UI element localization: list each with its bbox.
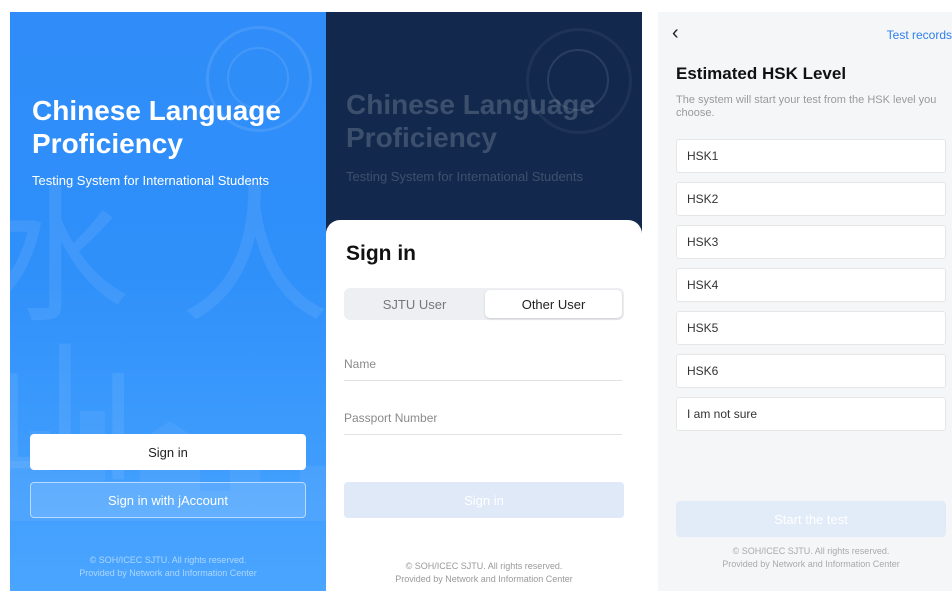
tab-sjtu-user[interactable]: SJTU User — [346, 290, 483, 318]
chevron-left-icon[interactable]: ‹ — [672, 22, 679, 45]
app-title: Chinese Language Proficiency — [32, 94, 312, 160]
dimmed-app-subtitle: Testing System for International Student… — [346, 169, 584, 184]
sheet-title: Sign in — [346, 242, 416, 265]
option-hsk1[interactable]: HSK1 — [676, 139, 946, 173]
footer-copyright: © SOH/ICEC SJTU. All rights reserved. — [405, 561, 563, 571]
option-hsk2[interactable]: HSK2 — [676, 182, 946, 216]
footer-provider: Provided by Network and Information Cent… — [79, 568, 257, 578]
footer-provider: Provided by Network and Information Cent… — [722, 559, 900, 569]
name-field[interactable] — [344, 348, 622, 381]
page-description: The system will start your test from the… — [676, 94, 937, 119]
option-hsk6[interactable]: HSK6 — [676, 354, 946, 388]
dimmed-title-line2: Proficiency — [346, 122, 497, 153]
start-test-button[interactable]: Start the test — [676, 501, 946, 537]
submit-sign-in-button[interactable]: Sign in — [344, 482, 624, 518]
hsk-level-screen: ‹ Test records Estimated HSK Level The s… — [658, 12, 952, 591]
dimmed-app-title: Chinese Language Proficiency — [346, 88, 626, 154]
option-not-sure[interactable]: I am not sure — [676, 397, 946, 431]
sign-in-screen: Chinese Language Proficiency Testing Sys… — [326, 12, 642, 591]
user-type-segmented-control: SJTU User Other User — [344, 288, 624, 320]
option-hsk4[interactable]: HSK4 — [676, 268, 946, 302]
passport-number-field[interactable] — [344, 402, 622, 435]
option-hsk3[interactable]: HSK3 — [676, 225, 946, 259]
jaccount-sign-in-button[interactable]: Sign in with jAccount — [30, 482, 306, 518]
app-title-line2: Proficiency — [32, 128, 183, 159]
background-calligraphy-ren: 人 — [180, 170, 326, 344]
background-calligraphy-shui: 水 — [10, 170, 131, 344]
page-title: Estimated HSK Level — [676, 64, 847, 83]
sign-in-button[interactable]: Sign in — [30, 434, 306, 470]
footer-provider: Provided by Network and Information Cent… — [395, 574, 573, 584]
hsk-level-options: HSK1 HSK2 HSK3 HSK4 HSK5 HSK6 I am not s… — [676, 139, 946, 440]
tab-other-user[interactable]: Other User — [485, 290, 622, 318]
footer-copyright: © SOH/ICEC SJTU. All rights reserved. — [89, 555, 247, 565]
test-records-link[interactable]: Test records — [887, 28, 952, 42]
app-subtitle: Testing System for International Student… — [32, 173, 270, 188]
option-hsk5[interactable]: HSK5 — [676, 311, 946, 345]
dimmed-title-line1: Chinese Language — [346, 89, 595, 120]
footer-copyright: © SOH/ICEC SJTU. All rights reserved. — [732, 546, 890, 556]
welcome-screen: 水 人 山 Chinese Language Proficiency Testi… — [10, 12, 326, 591]
sign-in-sheet: Sign in SJTU User Other User Sign in © S… — [326, 220, 642, 591]
app-title-line1: Chinese Language — [32, 95, 281, 126]
